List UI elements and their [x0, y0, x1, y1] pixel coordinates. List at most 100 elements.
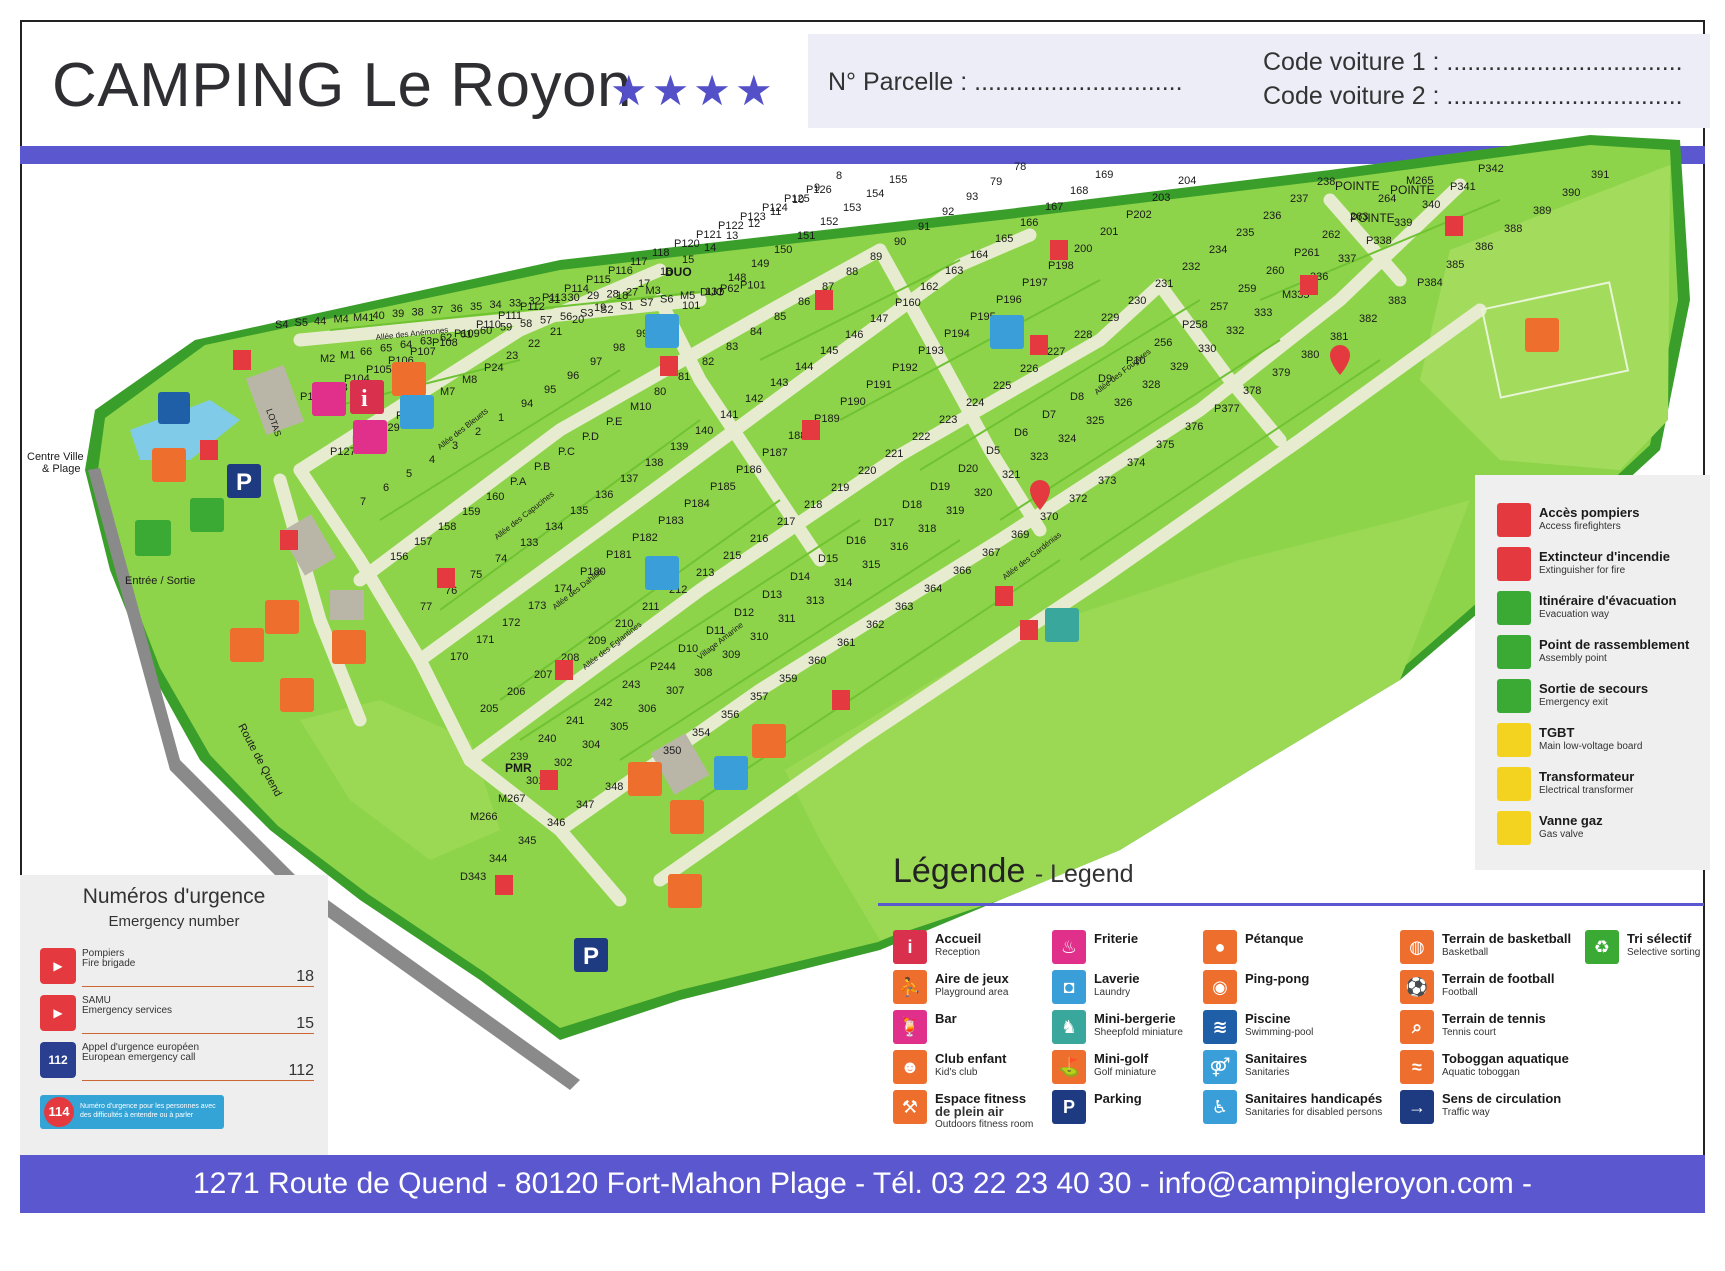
plot-number: 59: [500, 322, 512, 334]
plot-number: 231: [1155, 278, 1173, 290]
plot-number: 163: [945, 265, 963, 277]
plot-number: M266: [470, 811, 498, 823]
legend-label: Terrain de football: [1442, 971, 1555, 986]
plot-number: 373: [1098, 475, 1116, 487]
emergency-label-en: Fire brigade: [82, 958, 136, 969]
plot-number: P196: [996, 294, 1022, 306]
plot-number: 167: [1045, 201, 1063, 213]
plot-number: 145: [820, 345, 838, 357]
plot-number: 95: [544, 384, 556, 396]
plot-number: P193: [918, 345, 944, 357]
legend-label: Mini-golf: [1094, 1051, 1149, 1066]
plot-number: D18: [902, 499, 922, 511]
legend-label-en: Golf miniature: [1094, 1067, 1157, 1078]
plot-number: 347: [576, 799, 594, 811]
plot-number: P.A: [510, 476, 527, 488]
plot-number: 19: [594, 302, 606, 314]
plot-number: 345: [518, 835, 536, 847]
plot-number: 383: [1388, 295, 1406, 307]
centre-ville-label: Centre Ville: [27, 451, 84, 463]
water-slide-icon: ≈: [1400, 1050, 1434, 1084]
plot-number: 139: [670, 441, 688, 453]
plot-number: 159: [462, 506, 480, 518]
fire-extinguisher-icon: [555, 660, 573, 680]
plot-number: 237: [1290, 193, 1308, 205]
legend-label-en: Extinguisher for fire: [1539, 565, 1626, 576]
plot-number: 211: [642, 601, 660, 613]
plot-number: 92: [942, 206, 954, 218]
plot-number: 88: [846, 266, 858, 278]
plot-number: P190: [840, 396, 866, 408]
plot-number: 227: [1047, 346, 1065, 358]
plot-number: 232: [1182, 261, 1200, 273]
plot-number: D12: [734, 607, 754, 619]
plot-number: P384: [1417, 277, 1443, 289]
fire-extinguisher-icon: [802, 420, 820, 440]
plot-number: D16: [846, 535, 866, 547]
emergency-label-en: European emergency call: [82, 1052, 196, 1063]
plot-number: P.E: [606, 416, 622, 428]
legend-label-en: Football: [1442, 987, 1478, 998]
sheepfold-icon: [1045, 608, 1079, 642]
plot-number: 17: [638, 278, 650, 290]
plot-number: 333: [1254, 307, 1272, 319]
plot-number: 200: [1074, 243, 1092, 255]
bar-icon: 🍹: [893, 1010, 927, 1044]
legend-title-fr: Légende: [893, 852, 1026, 890]
plot-number: 162: [920, 281, 938, 293]
reception-icon: i: [893, 930, 927, 964]
plot-number: 78: [1014, 161, 1026, 173]
plot-number: 203: [1152, 192, 1170, 204]
plot-number: 149: [751, 258, 769, 270]
plot-number: 260: [1266, 265, 1284, 277]
safety-legend-item: Vanne gaz Gas valve: [1497, 811, 1707, 849]
plot-number: 2: [475, 426, 481, 438]
plot-number: 56: [560, 311, 572, 323]
plot-number: 379: [1272, 367, 1290, 379]
plot-number: 84: [750, 326, 762, 338]
legend-label-en: Electrical transformer: [1539, 785, 1634, 796]
plot-number: P194: [944, 328, 970, 340]
playground-icon: ⛹: [893, 970, 927, 1004]
plot-number: 360: [808, 655, 826, 667]
plot-number: 39: [392, 308, 404, 320]
legend-label: Ping-pong: [1245, 971, 1310, 986]
plot-number: 158: [438, 521, 456, 533]
plot-number: 372: [1069, 493, 1087, 505]
plot-number: 151: [797, 230, 815, 242]
plot-number: 308: [694, 667, 712, 679]
safety-legend-item: Accès pompiers Access firefighters: [1497, 503, 1707, 541]
legend-label-en: Sanitaries: [1245, 1067, 1290, 1078]
entrance-label: Entrée / Sortie: [125, 575, 195, 587]
plot-number: 234: [1209, 244, 1227, 256]
plot-number: S7: [640, 297, 653, 309]
plot-number: D13: [762, 589, 782, 601]
plot-number: P10: [1126, 355, 1146, 367]
mini-golf-icon: [670, 800, 704, 834]
plot-number: 75: [470, 569, 482, 581]
plot-number: P181: [606, 549, 632, 561]
footer-address: 1271 Route de Quend - 80120 Fort-Mahon P…: [20, 1155, 1705, 1258]
safety-legend-item: Itinéraire d'évacuation Evacuation way: [1497, 591, 1707, 629]
plot-number: 310: [750, 631, 768, 643]
plot-number: 213: [696, 567, 714, 579]
ping-pong-icon: ◉: [1203, 970, 1237, 1004]
plot-number: 204: [1178, 175, 1196, 187]
legend-label-en: Aquatic toboggan: [1442, 1067, 1520, 1078]
legend-label: Parking: [1094, 1091, 1142, 1106]
tennis-icon: [265, 600, 299, 634]
legend-label-en: Reception: [935, 947, 981, 958]
safety-legend-item: Transformateur Electrical transformer: [1497, 767, 1707, 805]
legend-label: Sens de circulation: [1442, 1091, 1562, 1106]
plot-number: 324: [1058, 433, 1076, 445]
plot-number: P202: [1126, 209, 1152, 221]
plot-number: 166: [1020, 217, 1038, 229]
plot-number: 22: [528, 338, 540, 350]
legend-label-en: Laundry: [1094, 987, 1131, 998]
fire-extinguisher-icon: [495, 875, 513, 895]
friterie-icon: [353, 420, 387, 454]
plot-number: 381: [1330, 331, 1348, 343]
legend-label-en: Sheepfold miniature: [1094, 1027, 1183, 1038]
swimming-pool-icon: ≋: [1203, 1010, 1237, 1044]
plot-number: 319: [946, 505, 964, 517]
